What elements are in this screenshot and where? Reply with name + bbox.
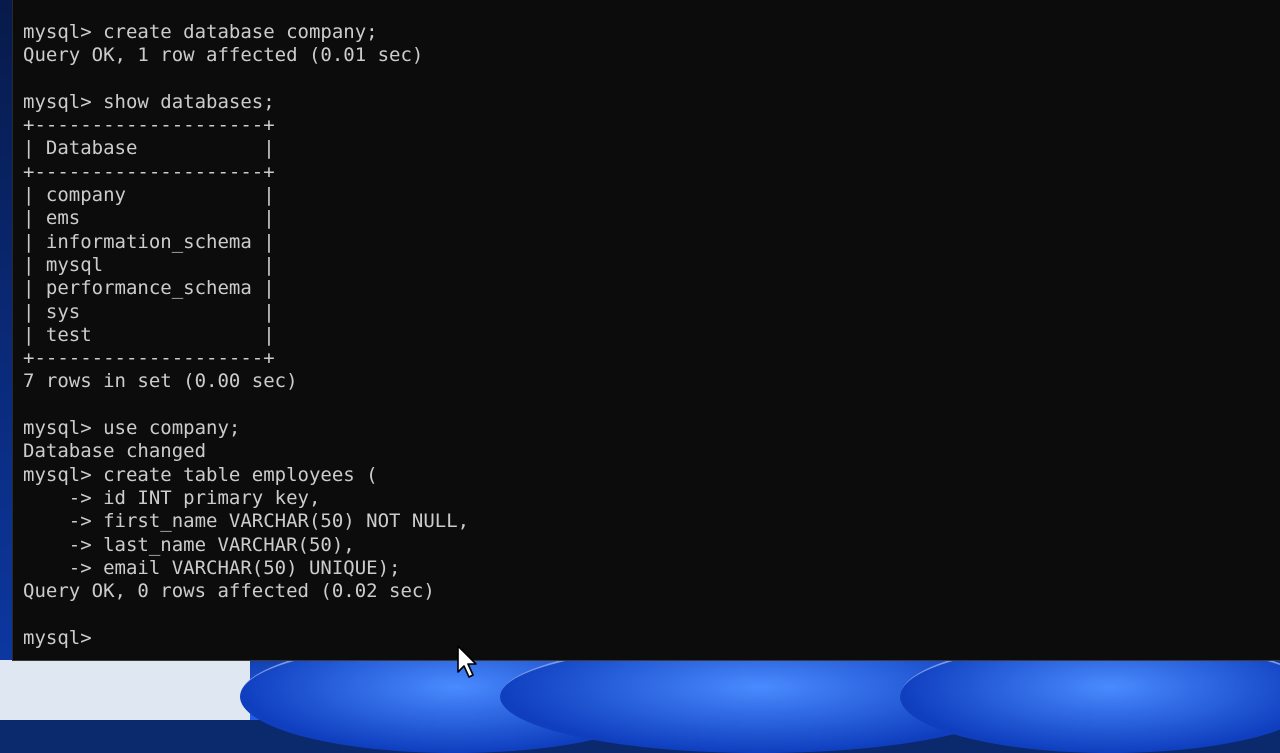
table-header: | Database | <box>23 137 275 160</box>
table-row: | ems | <box>23 207 275 230</box>
table-row: | test | <box>23 323 275 346</box>
terminal-line: -> last_name VARCHAR(50), <box>23 533 355 556</box>
terminal-line: -> first_name VARCHAR(50) NOT NULL, <box>23 510 470 533</box>
wallpaper-light-area <box>0 660 250 720</box>
table-row: | company | <box>23 184 275 207</box>
table-row: | performance_schema | <box>23 277 275 300</box>
terminal-window[interactable]: mysql> create database company; Query OK,… <box>12 0 1280 661</box>
terminal-line: 7 rows in set (0.00 sec) <box>23 370 298 393</box>
table-border: +--------------------+ <box>23 160 275 183</box>
command-prompt[interactable]: mysql> <box>23 627 469 650</box>
table-border: +--------------------+ <box>23 114 275 137</box>
mouse-pointer-icon <box>457 645 477 678</box>
terminal-line: mysql> create table employees ( <box>23 463 378 486</box>
terminal-line: -> id INT primary key, <box>23 486 321 509</box>
terminal-line: mysql> show databases; <box>23 90 275 113</box>
terminal-line: Query OK, 0 rows affected (0.02 sec) <box>23 580 435 603</box>
table-border: +--------------------+ <box>23 347 275 370</box>
table-row: | sys | <box>23 300 275 323</box>
terminal-line: Database changed <box>23 440 207 463</box>
terminal-line: Query OK, 1 row affected (0.01 sec) <box>23 44 424 67</box>
table-row: | information_schema | <box>23 230 275 253</box>
terminal-line: -> email VARCHAR(50) UNIQUE); <box>23 556 401 579</box>
terminal-line: mysql> use company; <box>23 417 241 440</box>
terminal-output[interactable]: mysql> create database company; Query OK,… <box>23 21 469 650</box>
terminal-line: mysql> create database company; <box>23 21 378 43</box>
table-row: | mysql | <box>23 253 275 276</box>
